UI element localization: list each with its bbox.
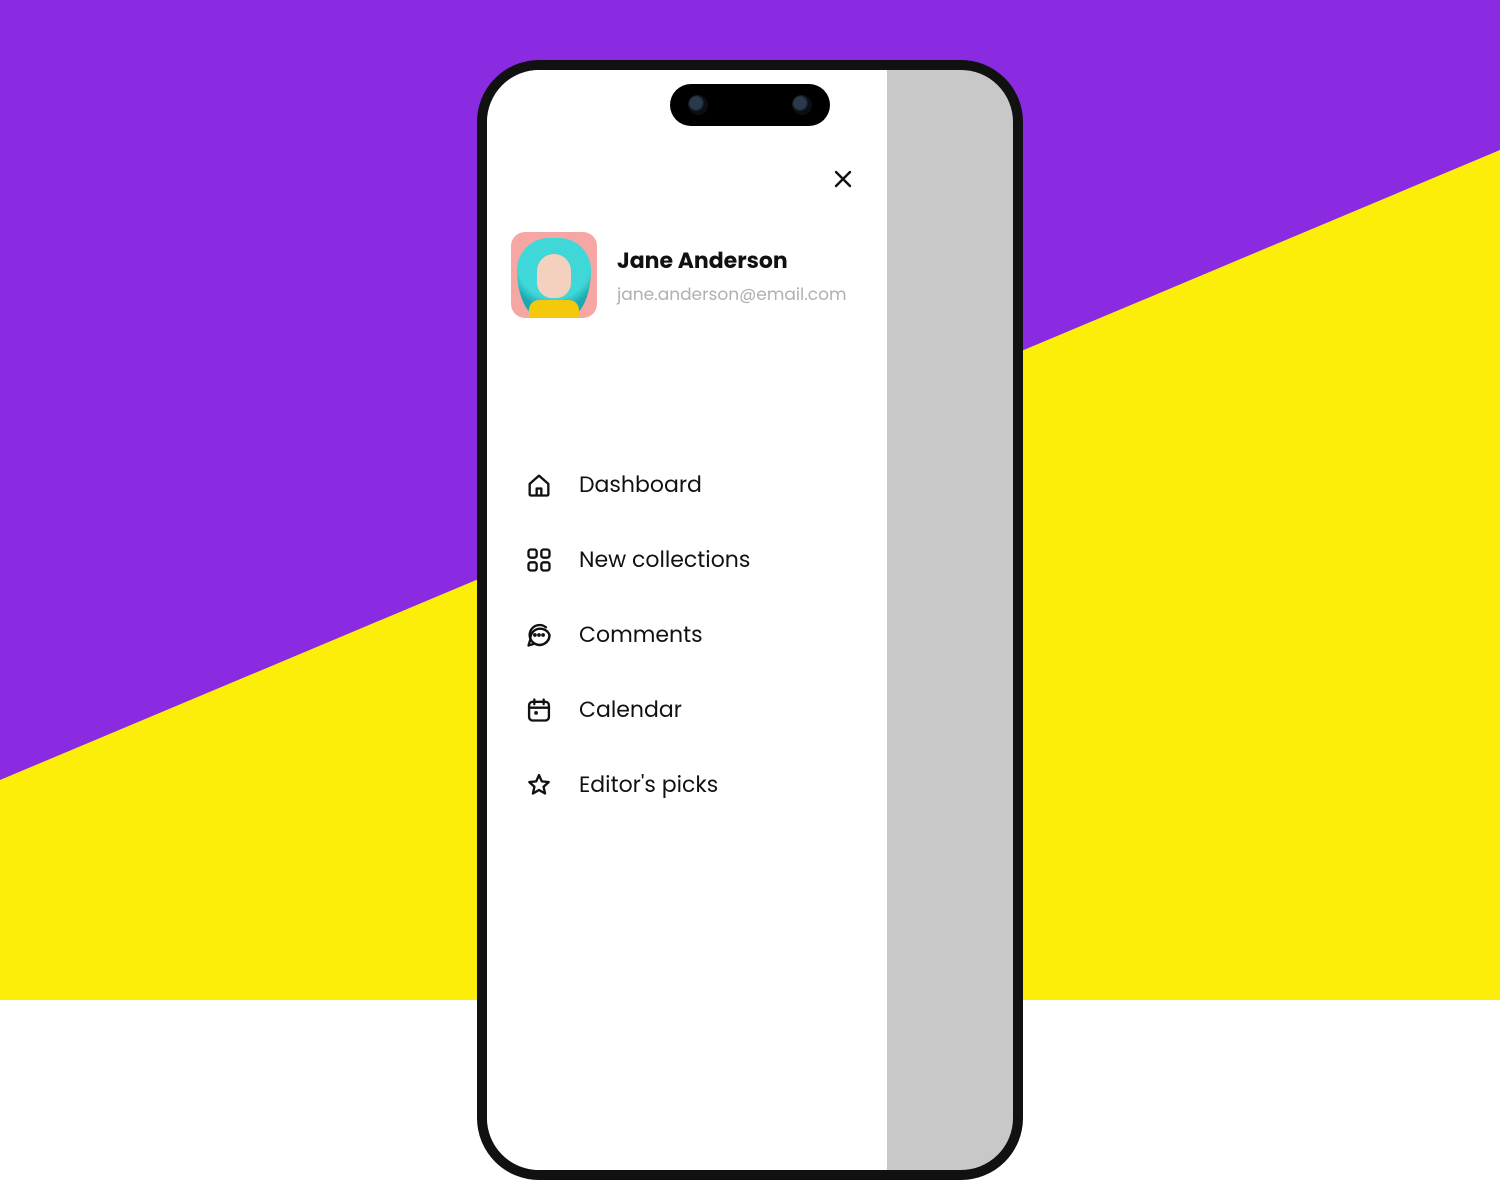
menu-item-label: Editor's picks [579,768,718,801]
calendar-icon [525,696,553,724]
profile-name: Jane Anderson [617,244,846,277]
menu-item-label: Comments [579,618,703,651]
profile-text: Jane Anderson jane.anderson@email.com [617,244,846,307]
menu-item-label: New collections [579,543,750,576]
menu-item-comments[interactable]: Comments [525,618,863,651]
home-icon [525,471,553,499]
grid-icon [525,546,553,574]
chat-icon [525,621,553,649]
profile-email: jane.anderson@email.com [617,281,846,307]
menu-item-dashboard[interactable]: Dashboard [525,468,863,501]
menu-item-label: Dashboard [579,468,702,501]
menu-item-new-collections[interactable]: New collections [525,543,863,576]
avatar [511,232,597,318]
menu-item-calendar[interactable]: Calendar [525,693,863,726]
menu-item-label: Calendar [579,693,682,726]
phone-frame: Jane Anderson jane.anderson@email.com Da… [477,60,1023,1180]
star-icon [525,771,553,799]
navigation-drawer: Jane Anderson jane.anderson@email.com Da… [487,70,887,1170]
camera-dot-icon [688,95,708,115]
camera-dot-icon [792,95,812,115]
phone-notch [670,84,830,126]
menu-list: Dashboard New collections Comments Calen… [511,468,863,801]
close-button[interactable] [827,166,859,198]
close-icon [831,167,855,198]
menu-item-editors-picks[interactable]: Editor's picks [525,768,863,801]
profile-block[interactable]: Jane Anderson jane.anderson@email.com [511,232,863,318]
